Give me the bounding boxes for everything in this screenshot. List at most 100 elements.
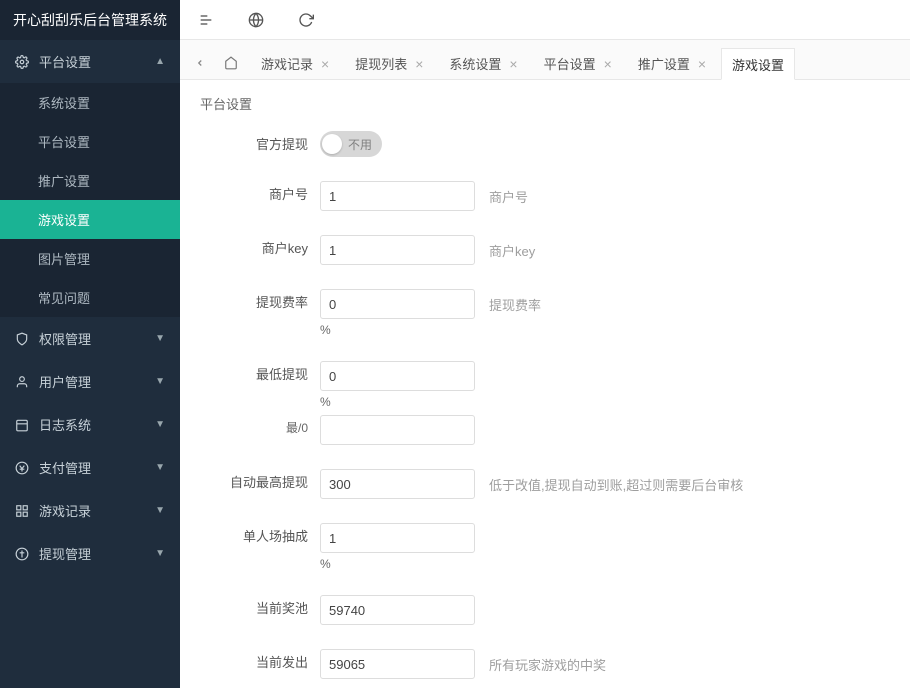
field-label: 最低提现	[220, 361, 320, 384]
chevron-down-icon: ▼	[155, 419, 165, 430]
row-min-withdraw-note: 最/0	[220, 415, 890, 445]
gear-icon	[15, 55, 29, 69]
tabbar-prev[interactable]	[186, 47, 214, 79]
main: 游戏记录 × 提现列表 × 系统设置 × 平台设置 × 推广设置 × 游戏设置 平台设置 …	[180, 0, 910, 688]
menu-title-game-record[interactable]: 游戏记录 ▼	[0, 489, 180, 532]
close-icon[interactable]: ×	[321, 56, 329, 72]
calendar-icon	[15, 418, 29, 432]
pool-input[interactable]	[320, 595, 475, 625]
chevron-down-icon: ▼	[155, 376, 165, 387]
row-single-rake: 单人场抽成 %	[220, 523, 890, 571]
chevron-up-icon: ▲	[155, 56, 165, 67]
field-suffix: %	[320, 323, 475, 337]
withdraw-rate-input[interactable]	[320, 289, 475, 319]
tab-label: 系统设置	[449, 54, 501, 73]
brand-title: 开心刮刮乐后台管理系统	[0, 0, 180, 40]
field-subnote: 最/0	[220, 415, 320, 437]
menu-title-permission[interactable]: 权限管理 ▼	[0, 317, 180, 360]
user-icon	[15, 375, 29, 389]
menu-title-platform[interactable]: 平台设置 ▲	[0, 40, 180, 83]
field-label: 当前奖池	[220, 595, 320, 618]
field-label: 当前发出	[220, 649, 320, 672]
menu-title-label: 游戏记录	[39, 501, 91, 520]
sidebar: 开心刮刮乐后台管理系统 平台设置 ▲ 系统设置 平台设置 推广设置 游戏设置 图…	[0, 0, 180, 688]
field-label: 商户号	[220, 181, 320, 204]
field-hint: 提现费率	[489, 289, 541, 314]
shield-icon	[15, 332, 29, 346]
page-title: 平台设置	[200, 94, 890, 113]
menu-toggle-icon[interactable]	[192, 6, 220, 34]
single-rake-input[interactable]	[320, 523, 475, 553]
chevron-down-icon: ▼	[155, 505, 165, 516]
field-hint: 所有玩家游戏的中奖	[489, 649, 606, 674]
field-label: 单人场抽成	[220, 523, 320, 546]
menu-title-label: 平台设置	[39, 52, 91, 71]
row-merchant-id: 商户号 商户号	[220, 181, 890, 211]
sidebar-item-faq[interactable]: 常见问题	[0, 278, 180, 317]
close-icon[interactable]: ×	[698, 56, 706, 72]
field-label: 官方提现	[220, 131, 320, 154]
chevron-down-icon: ▼	[155, 462, 165, 473]
tab-label: 游戏记录	[261, 54, 313, 73]
field-hint: 商户号	[489, 181, 528, 206]
close-icon[interactable]: ×	[509, 56, 517, 72]
toggle-text: 不用	[348, 136, 372, 153]
sidebar-item-platform-settings[interactable]: 平台设置	[0, 122, 180, 161]
field-hint: 商户key	[489, 235, 535, 260]
chevron-down-icon: ▼	[155, 548, 165, 559]
field-label: 提现费率	[220, 289, 320, 312]
menu-title-log[interactable]: 日志系统 ▼	[0, 403, 180, 446]
payout-input[interactable]	[320, 649, 475, 679]
tab-platform-settings[interactable]: 平台设置 ×	[533, 47, 623, 79]
row-withdraw-rate: 提现费率 % 提现费率	[220, 289, 890, 337]
topbar	[180, 0, 910, 40]
tab-system-settings[interactable]: 系统设置 ×	[438, 47, 528, 79]
close-icon[interactable]: ×	[415, 56, 423, 72]
row-official-withdraw: 官方提现 不用	[220, 131, 890, 157]
menu-title-label: 日志系统	[39, 415, 91, 434]
sidebar-item-promotion-settings[interactable]: 推广设置	[0, 161, 180, 200]
field-suffix: %	[320, 557, 475, 571]
auto-max-input[interactable]	[320, 469, 475, 499]
close-icon[interactable]: ×	[604, 56, 612, 72]
toggle-knob	[322, 134, 342, 154]
menu-title-withdraw[interactable]: 提现管理 ▼	[0, 532, 180, 575]
content: 平台设置 官方提现 不用 商户号 商户号 商户key 商户key 提现费率	[180, 80, 910, 688]
menu-title-payment[interactable]: 支付管理 ▼	[0, 446, 180, 489]
merchant-key-input[interactable]	[320, 235, 475, 265]
field-label: 商户key	[220, 235, 320, 258]
min-withdraw-note-input[interactable]	[320, 415, 475, 445]
menu-title-label: 支付管理	[39, 458, 91, 477]
field-label: 自动最高提现	[220, 469, 320, 492]
toggle-official-withdraw[interactable]: 不用	[320, 131, 382, 157]
menu-group-platform: 平台设置 ▲ 系统设置 平台设置 推广设置 游戏设置 图片管理 常见问题	[0, 40, 180, 317]
sidebar-item-system-settings[interactable]: 系统设置	[0, 83, 180, 122]
submenu-platform: 系统设置 平台设置 推广设置 游戏设置 图片管理 常见问题	[0, 83, 180, 317]
tab-label: 推广设置	[638, 54, 690, 73]
tab-label: 平台设置	[544, 54, 596, 73]
row-pool: 当前奖池	[220, 595, 890, 625]
row-auto-max: 自动最高提现 低于改值,提现自动到账,超过则需要后台审核	[220, 469, 890, 499]
tab-bar: 游戏记录 × 提现列表 × 系统设置 × 平台设置 × 推广设置 × 游戏设置	[180, 40, 910, 80]
row-merchant-key: 商户key 商户key	[220, 235, 890, 265]
currency-icon	[15, 461, 29, 475]
refresh-icon[interactable]	[292, 6, 320, 34]
sidebar-item-game-settings[interactable]: 游戏设置	[0, 200, 180, 239]
globe-icon[interactable]	[242, 6, 270, 34]
field-suffix: %	[320, 395, 475, 409]
menu-title-user[interactable]: 用户管理 ▼	[0, 360, 180, 403]
tab-withdraw-list[interactable]: 提现列表 ×	[344, 47, 434, 79]
grid-icon	[15, 504, 29, 518]
tab-label: 提现列表	[355, 54, 407, 73]
merchant-id-input[interactable]	[320, 181, 475, 211]
sidebar-item-image-management[interactable]: 图片管理	[0, 239, 180, 278]
row-min-withdraw: 最低提现 %	[220, 361, 890, 409]
tab-game-settings[interactable]: 游戏设置	[721, 48, 795, 80]
row-payout: 当前发出 所有玩家游戏的中奖	[220, 649, 890, 679]
min-withdraw-input[interactable]	[320, 361, 475, 391]
tab-promotion-settings[interactable]: 推广设置 ×	[627, 47, 717, 79]
tab-game-record[interactable]: 游戏记录 ×	[250, 47, 340, 79]
menu-title-label: 权限管理	[39, 329, 91, 348]
tab-label: 游戏设置	[732, 55, 784, 74]
tab-home[interactable]	[214, 47, 248, 79]
